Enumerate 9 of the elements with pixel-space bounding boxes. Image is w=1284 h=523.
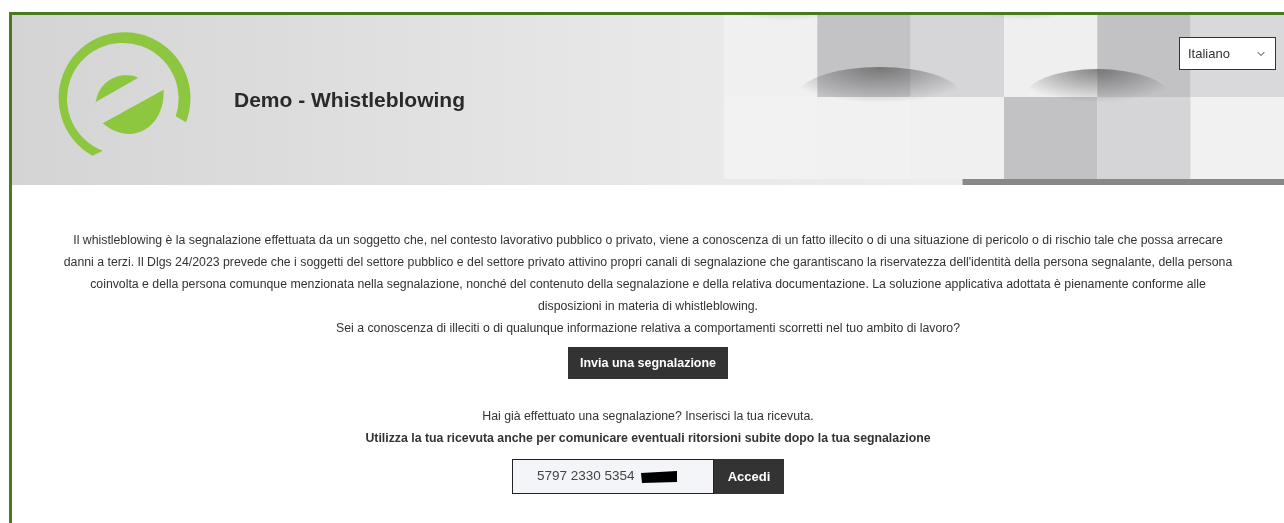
receipt-field[interactable]: 5797 2330 5354 bbox=[512, 459, 714, 494]
receipt-prompt: Hai già effettuato una segnalazione? Inserisci la tua ricevuta. bbox=[482, 408, 814, 425]
site-title: Demo - Whistleblowing bbox=[234, 87, 465, 114]
login-button[interactable]: Accedi bbox=[714, 459, 784, 494]
question-text: Sei a conoscenza di illeciti o di qualunque informazione relativa a comportamenti scorretti nel tuo ambito di lavoro? bbox=[335, 320, 961, 337]
receipt-note: Utilizza la tua ricevuta anche per comunicare eventuali ritorsioni subite dopo la tua segnalazione bbox=[365, 430, 931, 447]
language-select[interactable]: Italiano bbox=[1179, 37, 1276, 70]
intro-paragraph: Il whistleblowing è la segnalazione effettuata da un soggetto che, nel contesto lavorativo pubblico o privato, viene a conoscenza di un fatto illecito o di una situazione di pericolo o di rischio tale che possa arrecare danni a terzi. Il Dlgs 24/2023 prevede che i soggetti del settore pubblico e del settore privato attivino propri canali di segnalazione che garantiscano la riservatezza dell'identità della persona segnalante, della persona coinvolta e della persona comunque menzionata nella segnalazione, nonché del contenuto della segnalazione e della relativa documentazione. La soluzione applicativa adottata è pienamente conforme alle disposizioni in materia di whistleblowing. bbox=[63, 232, 1233, 315]
send-report-button[interactable]: Invia una segnalazione bbox=[567, 347, 729, 379]
